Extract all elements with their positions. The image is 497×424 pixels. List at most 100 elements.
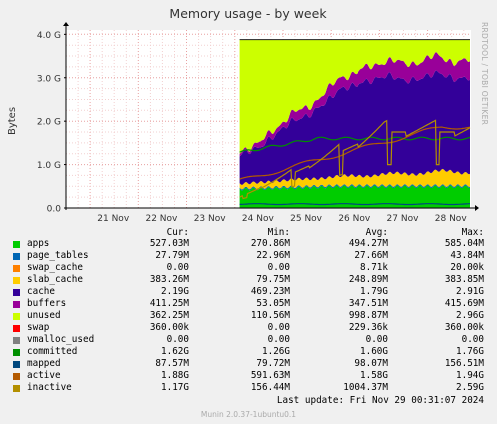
- legend-max-value: 43.84M: [450, 250, 484, 261]
- legend-min-value: 79.75M: [256, 274, 290, 285]
- legend-series-name: slab_cache: [27, 274, 83, 285]
- y-tick-label: 2.0 G: [37, 118, 61, 128]
- legend-avg-value: 8.71k: [360, 262, 388, 273]
- y-tick-label: 3.0 G: [37, 74, 61, 84]
- legend-series-name: vmalloc_used: [27, 334, 95, 345]
- legend-max-value: 20.00k: [450, 262, 484, 273]
- legend-cur-value: 360.00k: [149, 322, 189, 333]
- legend-series-name: mapped: [27, 358, 61, 369]
- legend-avg-value: 1.79G: [360, 286, 388, 297]
- legend-min-value: 0.00: [267, 262, 290, 273]
- legend-min-value: 270.86M: [250, 238, 290, 249]
- last-update: Last update: Fri Nov 29 00:31:07 2024: [276, 395, 484, 406]
- legend-series-name: unused: [27, 310, 61, 321]
- legend-series-name: swap_cache: [27, 262, 83, 273]
- legend-row-buffers: buffers 411.25M 53.05M 347.51M 415.69M: [0, 298, 497, 310]
- legend-min-value: 1.26G: [262, 346, 290, 357]
- legend-avg-value: 1004.37M: [343, 382, 388, 393]
- rrdtool-credit: RRDTOOL / TOBI OETIKER: [480, 22, 489, 126]
- legend-avg-value: 494.27M: [348, 238, 388, 249]
- legend-min-value: 0.00: [267, 322, 290, 333]
- legend-avg-value: 248.89M: [348, 274, 388, 285]
- x-tick-label: 24 Nov: [242, 214, 275, 224]
- legend-series-name: buffers: [27, 298, 67, 309]
- legend-swatch: [13, 373, 20, 380]
- legend-swatch: [13, 277, 20, 284]
- legend-min-value: 469.23M: [250, 286, 290, 297]
- legend-avg-value: 98.07M: [354, 358, 388, 369]
- legend-row-swap: swap 360.00k 0.00 229.36k 360.00k: [0, 322, 497, 334]
- legend-cur-value: 1.17G: [161, 382, 189, 393]
- y-tick-label: 0.0: [47, 205, 62, 215]
- legend-row-page-tables: page_tables 27.79M 22.96M 27.66M 43.84M: [0, 250, 497, 262]
- legend-row-swap-cache: swap_cache 0.00 0.00 8.71k 20.00k: [0, 262, 497, 274]
- x-tick-labels: 21 Nov 22 Nov 23 Nov 24 Nov 25 Nov 26 Nov 27 N…: [97, 214, 467, 224]
- legend-swatch: [13, 241, 20, 248]
- legend-swatch: [13, 253, 20, 260]
- legend-swatch: [13, 289, 20, 296]
- legend-row-active: active 1.88G 591.63M 1.58G 1.94G: [0, 370, 497, 382]
- munin-version: Munin 2.0.37-1ubuntu0.1: [200, 410, 297, 419]
- legend-avg-value: 347.51M: [348, 298, 388, 309]
- legend-cur-value: 2.19G: [161, 286, 189, 297]
- x-tick-label: 21 Nov: [97, 214, 130, 224]
- y-tick-labels: 0.0 1.0 G 2.0 G 3.0 G 4.0 G: [37, 31, 66, 215]
- legend-row-unused: unused 362.25M 110.56M 998.87M 2.96G: [0, 310, 497, 322]
- legend-max-value: 383.85M: [444, 274, 484, 285]
- y-tick-label: 4.0 G: [37, 31, 61, 41]
- y-tick-label: 1.0 G: [37, 161, 61, 171]
- legend-series-name: page_tables: [27, 250, 89, 261]
- x-axis-arrow: [475, 205, 479, 211]
- legend-row-mapped: mapped 87.57M 79.72M 98.07M 156.51M: [0, 358, 497, 370]
- legend-cur-value: 362.25M: [149, 310, 189, 321]
- legend-max-value: 2.96G: [456, 310, 484, 321]
- legend-swatch: [13, 349, 20, 356]
- x-tick-label: 28 Nov: [435, 214, 468, 224]
- legend-avg-value: 229.36k: [348, 322, 388, 333]
- legend-avg-value: 998.87M: [348, 310, 388, 321]
- legend-min-value: 22.96M: [256, 250, 290, 261]
- legend-min-value: 79.72M: [256, 358, 290, 369]
- legend-avg-value: 0.00: [365, 334, 388, 345]
- legend-swatch: [13, 325, 20, 332]
- legend-swatch: [13, 361, 20, 368]
- legend-min-value: 53.05M: [256, 298, 290, 309]
- legend-row-slab-cache: slab_cache 383.26M 79.75M 248.89M 383.85M: [0, 274, 497, 286]
- legend-max-value: 156.51M: [444, 358, 484, 369]
- legend-series-name: swap: [27, 322, 50, 333]
- legend-swatch: [13, 301, 20, 308]
- x-tick-label: 22 Nov: [145, 214, 178, 224]
- chart-title: Memory usage - by week: [169, 6, 327, 21]
- legend-avg-value: 1.60G: [360, 346, 388, 357]
- legend-max-value: 2.91G: [456, 286, 484, 297]
- legend-cur-value: 0.00: [166, 262, 189, 273]
- y-axis-arrow: [63, 22, 69, 26]
- legend-series-name: cache: [27, 286, 55, 297]
- x-tick-label: 23 Nov: [194, 214, 227, 224]
- legend-cur-value: 87.57M: [155, 358, 189, 369]
- legend-cur-value: 527.03M: [149, 238, 189, 249]
- legend-min-value: 156.44M: [250, 382, 290, 393]
- legend-row-cache: cache 2.19G 469.23M 1.79G 2.91G: [0, 286, 497, 298]
- legend-row-committed: committed 1.62G 1.26G 1.60G 1.76G: [0, 346, 497, 358]
- legend-series-name: inactive: [27, 382, 72, 393]
- legend-cur-value: 27.79M: [155, 250, 189, 261]
- y-axis-label: Bytes: [7, 107, 18, 135]
- legend-max-value: 0.00: [461, 334, 484, 345]
- legend-series-name: committed: [27, 346, 78, 357]
- legend-swatch: [13, 385, 20, 392]
- legend-min-value: 0.00: [267, 334, 290, 345]
- legend-max-value: 360.00k: [444, 322, 484, 333]
- memory-chart: Memory usage - by week Bytes 0.0 1.0 G 2.0…: [7, 6, 479, 224]
- legend-cur-value: 411.25M: [149, 298, 189, 309]
- legend-row-inactive: inactive 1.17G 156.44M 1004.37M 2.59G: [0, 382, 497, 394]
- legend-max-value: 2.59G: [456, 382, 484, 393]
- legend-min-value: 110.56M: [250, 310, 290, 321]
- legend-swatch: [13, 337, 20, 344]
- legend-row-vmalloc-used: vmalloc_used 0.00 0.00 0.00 0.00: [0, 334, 497, 346]
- x-tick-label: 27 Nov: [387, 214, 420, 224]
- legend-cur-value: 383.26M: [149, 274, 189, 285]
- legend-avg-value: 1.58G: [360, 370, 388, 381]
- legend-swatch: [13, 265, 20, 272]
- legend-max-value: 415.69M: [444, 298, 484, 309]
